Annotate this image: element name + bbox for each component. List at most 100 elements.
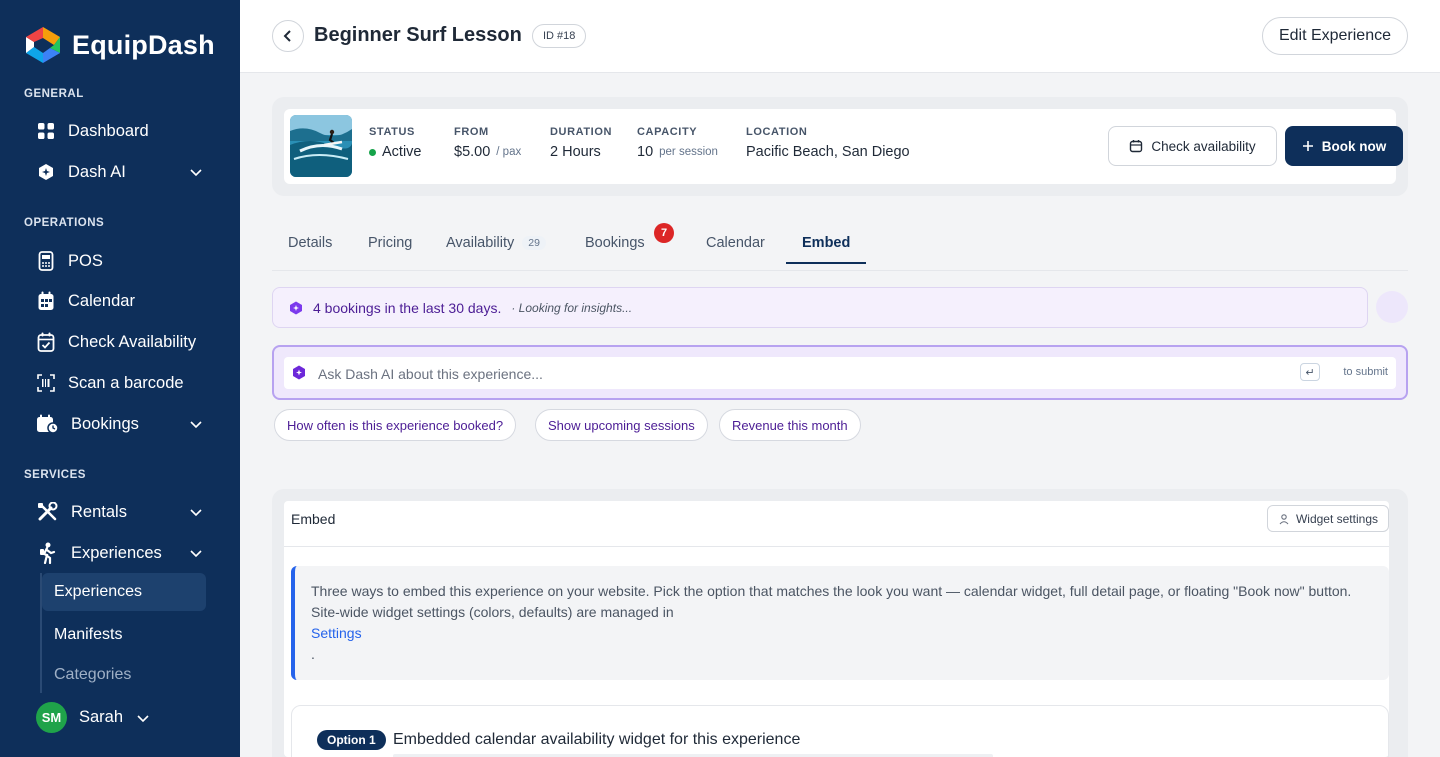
hiker-icon bbox=[36, 542, 59, 564]
sidebar-item-label: Rentals bbox=[71, 502, 127, 521]
sidebar-item-label: POS bbox=[68, 251, 103, 270]
insight-action-button[interactable] bbox=[1376, 291, 1408, 323]
avatar: SM bbox=[36, 702, 67, 733]
sidebar-item-check-availability[interactable]: Check Availability bbox=[36, 327, 216, 357]
tab-pricing[interactable]: Pricing bbox=[368, 222, 412, 264]
ask-dash-ai-input[interactable] bbox=[318, 363, 1218, 385]
sidebar-item-bookings[interactable]: Bookings bbox=[36, 409, 216, 439]
embed-header: Embed Widget settings bbox=[284, 501, 1389, 547]
sidebar: EquipDash GENERAL Dashboard Dash AI OPER… bbox=[0, 0, 240, 757]
check-availability-label: Check availability bbox=[1151, 138, 1256, 154]
sidebar-item-label: Bookings bbox=[71, 414, 139, 433]
sidebar-subitem-experiences[interactable]: Experiences bbox=[42, 573, 206, 611]
tab-details[interactable]: Details bbox=[288, 222, 332, 264]
insight-text: 4 bookings in the last 30 days. bbox=[313, 299, 502, 316]
status-field: STATUS Active bbox=[369, 126, 422, 160]
tab-calendar[interactable]: Calendar bbox=[706, 222, 765, 264]
sidebar-subitem-manifests[interactable]: Manifests bbox=[42, 616, 206, 654]
availability-count-badge: 29 bbox=[522, 236, 546, 250]
location-label: LOCATION bbox=[746, 126, 808, 138]
chevron-down-icon bbox=[190, 421, 202, 429]
calendar-check-icon bbox=[36, 332, 56, 352]
chevron-down-icon bbox=[190, 169, 202, 177]
user-name: Sarah bbox=[79, 708, 124, 726]
book-now-button[interactable]: Book now bbox=[1285, 126, 1403, 166]
sidebar-item-scan-barcode[interactable]: Scan a barcode bbox=[36, 368, 216, 398]
section-label-operations: OPERATIONS bbox=[24, 217, 105, 229]
dash-ai-icon bbox=[290, 301, 302, 314]
sparkle-hex-icon bbox=[36, 162, 56, 182]
embed-title: Embed bbox=[291, 511, 336, 527]
sidebar-item-label: Check Availability bbox=[68, 332, 197, 351]
user-menu[interactable]: SM Sarah bbox=[36, 702, 151, 733]
back-button[interactable] bbox=[272, 20, 304, 52]
sidebar-item-label: Dash AI bbox=[68, 162, 126, 181]
duration-field: DURATION 2 Hours bbox=[550, 126, 612, 160]
plus-icon bbox=[1302, 141, 1313, 151]
user-icon bbox=[1279, 513, 1289, 524]
section-label-services: SERVICES bbox=[24, 469, 86, 481]
embed-option-card: Option 1 Embedded calendar availability … bbox=[291, 705, 1389, 757]
sidebar-item-dash-ai[interactable]: Dash AI bbox=[36, 157, 216, 187]
sidebar-item-label: Scan a barcode bbox=[68, 373, 184, 392]
grid-icon bbox=[36, 121, 56, 141]
from-unit: / pax bbox=[496, 146, 522, 158]
id-badge: ID #18 bbox=[532, 24, 587, 48]
summary-card: STATUS Active FROM $5.00 / pax DURATION 2… bbox=[284, 109, 1403, 184]
sidebar-item-dashboard[interactable]: Dashboard bbox=[36, 116, 216, 146]
embed-description: Three ways to embed this experience on y… bbox=[311, 583, 1352, 620]
tools-icon bbox=[36, 502, 59, 522]
price-field: FROM $5.00 / pax bbox=[454, 126, 521, 160]
experience-tabs: Details Pricing Availability 29 Bookings… bbox=[272, 222, 1408, 271]
sidebar-item-label: Experiences bbox=[71, 543, 162, 562]
barcode-scan-icon bbox=[36, 373, 56, 393]
tab-availability-label: Availability bbox=[446, 235, 515, 251]
page-header: Beginner Surf Lesson ID #18 Edit Experie… bbox=[240, 0, 1440, 73]
section-label-general: GENERAL bbox=[24, 88, 84, 100]
status-label: STATUS bbox=[369, 126, 415, 138]
embed-card: Embed Widget settings Three ways to embe… bbox=[284, 501, 1389, 757]
bookings-count-badge: 7 bbox=[654, 223, 674, 243]
insight-status: · Looking for insights... bbox=[511, 300, 633, 315]
capacity-unit: per session bbox=[659, 146, 718, 158]
status-value: Active bbox=[382, 144, 422, 160]
tab-availability[interactable]: Availability 29 bbox=[446, 222, 546, 264]
brand-name: EquipDash bbox=[72, 29, 215, 60]
check-availability-button[interactable]: Check availability bbox=[1108, 126, 1277, 166]
enter-key-icon: ↵ bbox=[1300, 363, 1320, 381]
suggestion-chip-revenue[interactable]: Revenue this month bbox=[719, 409, 861, 441]
chevron-left-icon bbox=[283, 30, 291, 42]
experience-summary: STATUS Active FROM $5.00 / pax DURATION 2… bbox=[272, 97, 1408, 196]
widget-settings-label: Widget settings bbox=[1295, 511, 1378, 526]
sidebar-subitem-categories[interactable]: Categories bbox=[42, 656, 206, 694]
suggestion-chip-booking-frequency[interactable]: How often is this experience booked? bbox=[274, 409, 517, 441]
widget-settings-button[interactable]: Widget settings bbox=[1266, 505, 1389, 532]
equipdash-logo-icon bbox=[26, 27, 60, 63]
edit-experience-button[interactable]: Edit Experience bbox=[1261, 17, 1408, 55]
bookings-icon bbox=[36, 414, 59, 434]
sidebar-item-label: Dashboard bbox=[68, 121, 149, 140]
brand[interactable]: EquipDash bbox=[24, 26, 215, 64]
dash-ai-icon bbox=[293, 365, 305, 380]
option-badge: Option 1 bbox=[317, 730, 386, 750]
settings-link[interactable]: Settings bbox=[311, 623, 1373, 644]
ai-insight-bar: 4 bookings in the last 30 days. · Lookin… bbox=[272, 287, 1368, 328]
sidebar-item-experiences[interactable]: Experiences bbox=[36, 538, 216, 568]
option-title: Embedded calendar availability widget fo… bbox=[393, 731, 801, 748]
duration-label: DURATION bbox=[550, 126, 613, 138]
ask-dash-ai: ↵ to submit bbox=[272, 345, 1408, 400]
sidebar-item-label: Calendar bbox=[68, 291, 135, 310]
sidebar-item-calendar[interactable]: Calendar bbox=[36, 286, 216, 316]
sidebar-item-pos[interactable]: POS bbox=[36, 246, 216, 276]
active-tab-indicator bbox=[786, 262, 866, 264]
location-field: LOCATION Pacific Beach, San Diego bbox=[746, 126, 910, 160]
chevron-down-icon bbox=[190, 509, 202, 517]
page-title: Beginner Surf Lesson bbox=[314, 24, 522, 46]
sidebar-item-rentals[interactable]: Rentals bbox=[36, 497, 216, 527]
tab-bookings[interactable]: Bookings bbox=[585, 222, 645, 264]
suggestion-chip-upcoming-sessions[interactable]: Show upcoming sessions bbox=[535, 409, 708, 441]
ask-input-wrapper: ↵ to submit bbox=[284, 357, 1396, 389]
pos-terminal-icon bbox=[36, 251, 56, 271]
from-value: $5.00 bbox=[454, 144, 491, 160]
tab-embed[interactable]: Embed bbox=[802, 222, 850, 264]
